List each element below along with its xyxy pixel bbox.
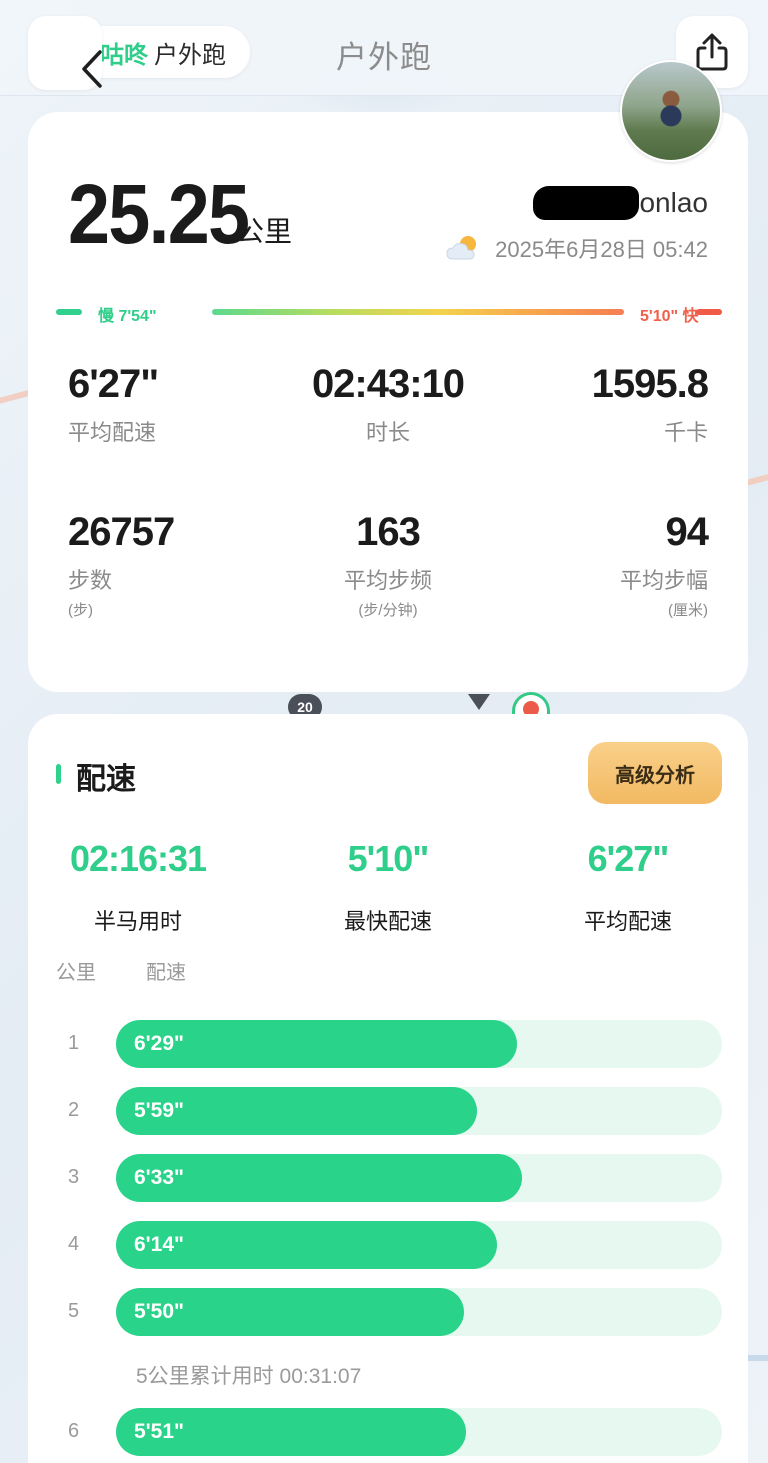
stat-label: 平均步频 <box>343 568 432 593</box>
username-text: onlao <box>639 187 708 218</box>
stat-steps: 26757 步数 (步) <box>68 510 288 620</box>
stat-unit: (步) <box>68 602 93 619</box>
split-bar: 6'29" <box>116 1020 517 1068</box>
username: onlao <box>533 186 708 220</box>
avatar[interactable] <box>620 60 722 162</box>
split-pace: 6'14" <box>134 1233 184 1256</box>
pace-gradient-bar <box>212 309 624 315</box>
section-title: 配速 <box>76 763 136 796</box>
split-pace: 5'59" <box>134 1099 184 1122</box>
pace-stat-label: 半马用时 <box>93 909 182 934</box>
split-km: 5 <box>68 1300 80 1322</box>
stat-value: 163 <box>356 510 421 554</box>
pace-range-bar: 慢 7'54" 5'10" 快 <box>56 300 722 325</box>
stat-unit: (步/分钟) <box>358 602 418 619</box>
pace-stat-label: 平均配速 <box>583 909 672 934</box>
split-km: 3 <box>68 1166 80 1188</box>
slowest-pace-label: 慢 7'54" <box>98 308 157 325</box>
workout-datetime: 2025年6月28日 05:42 <box>445 232 708 264</box>
share-icon <box>696 33 728 71</box>
split-row: 2 5'59" <box>28 1087 748 1135</box>
column-header-pace: 配速 <box>146 962 186 984</box>
pace-card: 配速 高级分析 02:16:31 半马用时 5'10" 最快配速 6'27" 平… <box>28 714 748 1463</box>
pace-stat-label: 最快配速 <box>343 909 432 934</box>
stat-label: 时长 <box>365 420 410 445</box>
stat-value: 6'27" <box>68 362 159 406</box>
stat-label: 步数 <box>68 568 113 593</box>
stat-avg-pace: 6'27" 平均配速 <box>68 362 288 447</box>
redacted-block <box>533 186 640 220</box>
advanced-analysis-button[interactable]: 高级分析 <box>588 742 722 804</box>
split-bar: 6'33" <box>116 1154 522 1202</box>
partly-cloudy-icon <box>446 236 477 260</box>
slow-marker <box>56 309 82 315</box>
split-bar: 6'14" <box>116 1221 497 1269</box>
distance-value: 25.25 <box>68 167 250 261</box>
cumulative-time-note: 5公里累计用时 00:31:07 <box>136 1365 362 1388</box>
stat-cadence: 163 平均步频 (步/分钟) <box>278 510 498 620</box>
split-pace: 6'29" <box>134 1032 184 1055</box>
section-marker <box>56 764 61 784</box>
split-pace: 5'50" <box>134 1300 184 1323</box>
split-row: 1 6'29" <box>28 1020 748 1068</box>
pace-stat-value: 02:16:31 <box>69 838 207 879</box>
split-km: 2 <box>68 1099 80 1121</box>
split-row: 3 6'33" <box>28 1154 748 1202</box>
split-km: 4 <box>68 1233 80 1255</box>
split-row: 5 5'50" <box>28 1288 748 1336</box>
datetime-text: 2025年6月28日 05:42 <box>495 237 708 262</box>
split-bar: 5'50" <box>116 1288 464 1336</box>
split-bar: 5'51" <box>116 1408 466 1456</box>
split-row: 4 6'14" <box>28 1221 748 1269</box>
split-bar: 5'59" <box>116 1087 477 1135</box>
stat-duration: 02:43:10 时长 <box>278 362 498 447</box>
split-pace: 6'33" <box>134 1166 184 1189</box>
fastest-pace-label: 5'10" 快 <box>640 308 699 325</box>
distance-unit: 公里 <box>236 216 293 247</box>
pace-stat-fastest: 5'10" 最快配速 <box>278 838 498 936</box>
split-row: 6 5'51" <box>28 1408 748 1456</box>
stat-value: 1595.8 <box>591 362 709 406</box>
stat-label: 平均配速 <box>68 420 157 445</box>
workout-summary-card: 25.25 公里 onlao 2025年6月28日 05:42 慢 7'54" … <box>28 112 748 692</box>
pace-stat-value: 6'27" <box>587 838 670 879</box>
split-km: 6 <box>68 1420 80 1442</box>
split-km: 1 <box>68 1032 80 1054</box>
stat-value: 02:43:10 <box>311 362 465 406</box>
stat-label: 平均步幅 <box>619 568 708 593</box>
split-pace: 5'51" <box>134 1420 184 1443</box>
stat-stride: 94 平均步幅 (厘米) <box>488 510 710 620</box>
pace-stat-half-marathon: 02:16:31 半马用时 <box>28 838 248 936</box>
stat-value: 94 <box>665 510 710 554</box>
stat-value: 26757 <box>68 510 175 554</box>
stat-unit: (厘米) <box>668 602 708 619</box>
pace-stat-value: 5'10" <box>347 838 430 879</box>
pace-stat-average: 6'27" 平均配速 <box>518 838 738 936</box>
column-header-km: 公里 <box>56 962 96 984</box>
stat-label: 千卡 <box>663 420 708 445</box>
stat-calories: 1595.8 千卡 <box>488 362 709 447</box>
fast-marker <box>696 309 722 315</box>
